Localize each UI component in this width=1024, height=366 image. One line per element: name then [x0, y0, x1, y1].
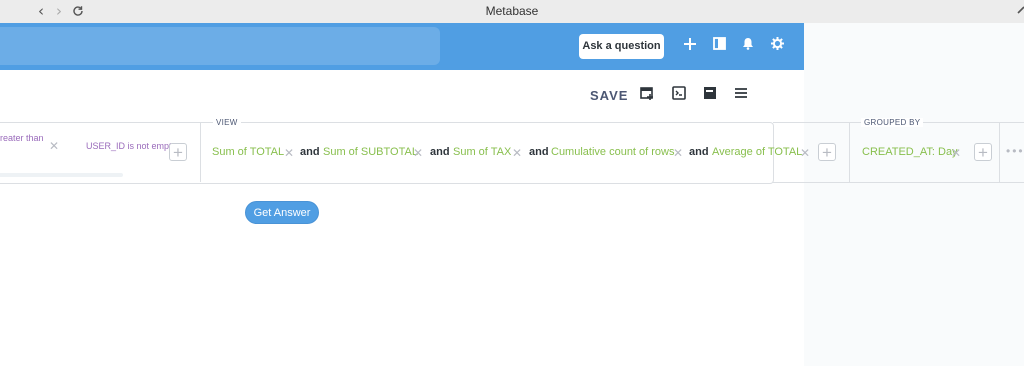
- add-metric-button[interactable]: +: [818, 143, 836, 161]
- remove-group-icon[interactable]: ✕: [951, 147, 961, 159]
- menu-icon[interactable]: [734, 86, 752, 104]
- view-section-label: VIEW: [213, 118, 241, 127]
- remove-metric-icon[interactable]: ✕: [284, 147, 294, 159]
- collection-icon[interactable]: [708, 34, 730, 58]
- metric-pill[interactable]: Sum of TAX: [453, 146, 511, 158]
- remove-metric-icon[interactable]: ✕: [413, 147, 423, 159]
- bell-icon[interactable]: [737, 34, 759, 58]
- metric-pill[interactable]: Average of TOTAL: [712, 146, 802, 158]
- metric-pill[interactable]: Sum of TOTAL: [212, 146, 284, 158]
- ask-question-button[interactable]: Ask a question: [579, 34, 664, 59]
- remove-metric-icon[interactable]: ✕: [512, 147, 522, 159]
- app-header: Ask a question: [0, 23, 804, 70]
- plus-icon[interactable]: [679, 34, 701, 58]
- metric-pill[interactable]: Cumulative count of rows: [551, 146, 675, 158]
- scroll-track[interactable]: [0, 173, 123, 177]
- and-separator: and: [430, 146, 450, 158]
- search-bar[interactable]: [0, 27, 440, 65]
- window-title: Metabase: [485, 4, 539, 18]
- and-separator: and: [529, 146, 549, 158]
- get-answer-button[interactable]: Get Answer: [245, 201, 319, 224]
- divider: [999, 122, 1000, 182]
- grouped-by-section-label: GROUPED BY: [861, 118, 924, 127]
- notebook-icon[interactable]: [703, 86, 721, 104]
- window-titlebar: ‹ › Metabase: [0, 0, 1024, 24]
- remove-metric-icon[interactable]: ✕: [673, 147, 683, 159]
- save-button[interactable]: SAVE: [590, 88, 628, 103]
- and-separator: and: [689, 146, 709, 158]
- remove-metric-icon[interactable]: ✕: [800, 147, 810, 159]
- filter-pill[interactable]: reater than: [0, 133, 44, 143]
- metric-pill[interactable]: Sum of SUBTOTAL: [323, 146, 418, 158]
- add-group-button[interactable]: +: [974, 143, 992, 161]
- gear-icon[interactable]: [766, 34, 788, 58]
- remove-filter-icon[interactable]: ✕: [49, 140, 59, 152]
- more-icon[interactable]: •••: [1006, 144, 1024, 158]
- filter-pill[interactable]: USER_ID is not empt: [86, 141, 172, 151]
- and-separator: and: [300, 146, 320, 158]
- divider: [849, 122, 850, 182]
- add-filter-button[interactable]: +: [169, 143, 187, 161]
- divider: [773, 182, 1024, 183]
- sql-editor-icon[interactable]: [672, 86, 690, 104]
- group-by-pill[interactable]: CREATED_AT: Day: [862, 146, 958, 158]
- add-to-dashboard-icon[interactable]: [640, 86, 658, 104]
- side-panel: [804, 23, 1024, 366]
- divider: [200, 122, 201, 182]
- link-icon[interactable]: [1016, 3, 1024, 21]
